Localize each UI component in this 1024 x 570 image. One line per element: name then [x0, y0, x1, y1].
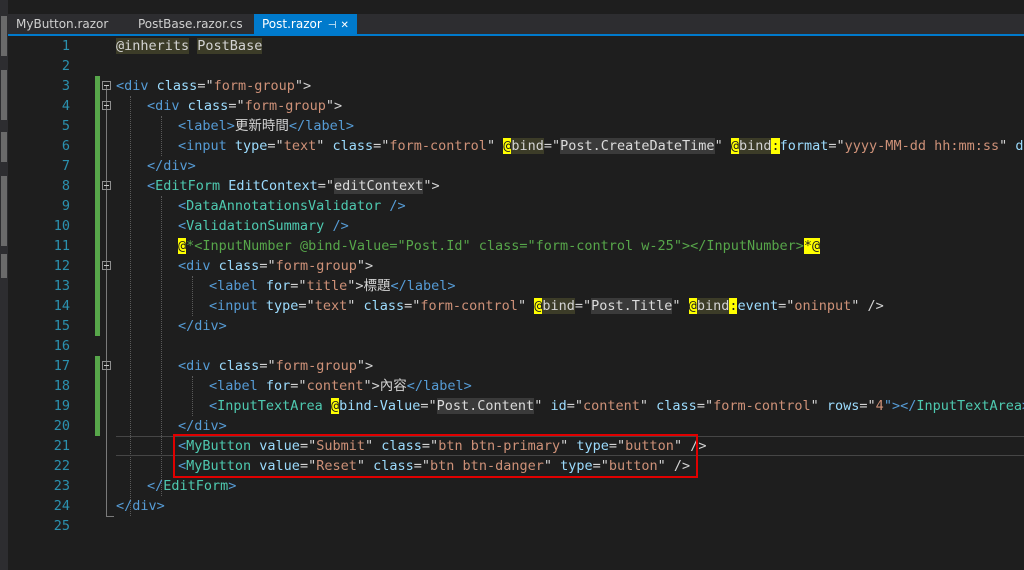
line-number: 14	[53, 298, 70, 314]
line-number: 19	[53, 398, 70, 414]
change-marker	[95, 76, 100, 336]
tab-post-razor[interactable]: Post.razor ⊣ ✕	[254, 14, 357, 34]
line-number: 18	[53, 378, 70, 394]
code-line-8[interactable]: <EditForm EditContext="editContext">	[147, 176, 440, 196]
line-number: 9	[61, 198, 70, 214]
line-number: 21	[53, 438, 70, 454]
line-number: 22	[53, 458, 70, 474]
code-line-3[interactable]: <div class="form-group">	[116, 76, 311, 96]
tab-mybutton-razor[interactable]: MyButton.razor	[16, 14, 108, 34]
code-line-20[interactable]: </div>	[178, 416, 227, 436]
line-number: 20	[53, 418, 70, 434]
code-line-9[interactable]: <DataAnnotationsValidator />	[178, 196, 406, 216]
sidebar-tab-properties[interactable]	[1, 254, 7, 278]
line-number: 3	[61, 78, 70, 94]
close-icon[interactable]: ✕	[341, 20, 349, 31]
change-marker	[95, 356, 100, 436]
pin-icon[interactable]: ⊣	[328, 20, 337, 31]
line-number: 5	[61, 118, 70, 134]
code-line-10[interactable]: <ValidationSummary />	[178, 216, 349, 236]
line-number: 17	[53, 358, 70, 374]
code-line-11[interactable]: @*<InputNumber @bind-Value="Post.Id" cla…	[178, 236, 821, 256]
line-number: 6	[61, 138, 70, 154]
line-number: 15	[53, 318, 70, 334]
line-number: 2	[61, 58, 70, 74]
code-line-7[interactable]: </div>	[147, 156, 196, 176]
line-number-gutter: 1 2 3 4 5 6 7 8 9 10 11 12 13 14 15 16 1…	[8, 36, 92, 570]
line-number: 4	[61, 98, 70, 114]
line-number: 23	[53, 478, 70, 494]
code-editor[interactable]: 1 2 3 4 5 6 7 8 9 10 11 12 13 14 15 16 1…	[8, 36, 1024, 570]
code-line-12[interactable]: <div class="form-group">	[178, 256, 373, 276]
collapse-toggle-icon[interactable]	[102, 81, 111, 90]
line-number: 24	[53, 498, 70, 514]
line-number: 7	[61, 158, 70, 174]
code-line-6[interactable]: <input type="text" class="form-control" …	[178, 136, 1024, 156]
tab-label: PostBase.razor.cs	[138, 17, 243, 31]
code-line-4[interactable]: <div class="form-group">	[147, 96, 342, 116]
sidebar-tab-sql-explorer[interactable]	[1, 176, 7, 246]
code-line-1[interactable]: @inherits PostBase	[116, 36, 263, 56]
annotation-highlight-box	[173, 434, 698, 478]
code-line-14[interactable]: <input type="text" class="form-control" …	[209, 296, 884, 316]
line-number: 25	[53, 518, 70, 534]
tool-window-sidebar[interactable]	[0, 0, 8, 570]
collapse-toggle-icon[interactable]	[102, 261, 111, 270]
document-tab-bar: MyButton.razor PostBase.razor.cs Post.ra…	[8, 14, 1024, 34]
sidebar-tab-toolbox[interactable]	[1, 132, 7, 162]
outline-line-end	[106, 516, 114, 517]
code-line-15[interactable]: </div>	[178, 316, 227, 336]
sidebar-tab-server-explorer[interactable]	[1, 16, 7, 56]
tab-postbase-razor-cs[interactable]: PostBase.razor.cs	[138, 14, 243, 34]
outline-line	[106, 86, 107, 516]
tab-label: MyButton.razor	[16, 17, 109, 31]
collapse-toggle-icon[interactable]	[102, 361, 111, 370]
sidebar-tab-solution[interactable]	[1, 70, 7, 120]
code-line-19[interactable]: <InputTextArea @bind-Value="Post.Content…	[209, 396, 1024, 416]
line-number: 13	[53, 278, 70, 294]
code-line-5[interactable]: <label>更新時間</label>	[178, 116, 354, 136]
code-line-23[interactable]: </EditForm>	[147, 476, 236, 496]
collapse-toggle-icon[interactable]	[102, 101, 111, 110]
code-line-24[interactable]: </div>	[116, 496, 165, 516]
line-number: 12	[53, 258, 70, 274]
indent-guide	[192, 276, 193, 316]
indent-guide	[192, 376, 193, 416]
line-number: 16	[53, 338, 70, 354]
line-number: 8	[61, 178, 70, 194]
line-number: 1	[61, 38, 70, 54]
line-number: 10	[53, 218, 70, 234]
code-line-18[interactable]: <label for="content">內容</label>	[209, 376, 472, 396]
collapse-toggle-icon[interactable]	[102, 181, 111, 190]
tab-label: Post.razor	[262, 17, 322, 31]
line-number: 11	[53, 238, 70, 254]
indent-guide	[161, 116, 162, 156]
code-line-17[interactable]: <div class="form-group">	[178, 356, 373, 376]
code-line-13[interactable]: <label for="title">標題</label>	[209, 276, 456, 296]
